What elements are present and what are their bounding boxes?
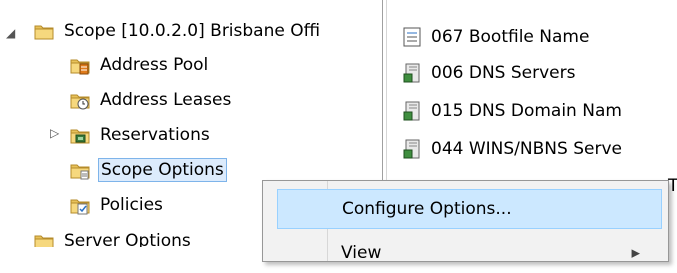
tree-item-scope-options[interactable]: Scope Options [70,157,227,183]
list-item-label: 015 DNS Domain Nam [431,101,622,121]
tree-item-label: Address Pool [100,55,209,75]
folder-icon [34,21,54,41]
option-server-icon [403,101,421,121]
tree-item-label: Policies [100,195,163,215]
address-pool-icon [70,55,90,75]
menu-item-label: Configure Options... [342,199,512,219]
list-item[interactable]: 067 Bootfile Name [403,24,589,50]
expander-expanded-icon[interactable]: ◢ [6,26,15,40]
tree-item-label: Reservations [100,125,210,145]
submenu-arrow-icon: ▸ [631,243,640,263]
tree-item-address-pool[interactable]: Address Pool [70,52,210,78]
tree-item-scope[interactable]: Scope [10.0.2.0] Brisbane Offi [34,18,322,44]
tree-item-reservations[interactable]: Reservations [70,122,212,148]
option-server-icon [403,139,421,159]
truncated-list-text: T [668,176,677,196]
address-leases-icon [70,90,90,110]
tree-item-address-leases[interactable]: Address Leases [70,87,233,113]
tree-item-label: Scope Options [98,158,227,182]
list-item-label: 067 Bootfile Name [431,27,590,47]
expander-collapsed-icon[interactable]: ▷ [50,126,59,140]
tree-item-policies[interactable]: Policies [70,192,165,218]
server-options-icon [34,231,54,247]
tree-item-server-options[interactable]: Server Options [34,228,193,247]
option-text-icon [403,27,421,47]
list-item[interactable]: 044 WINS/NBNS Serve [403,136,622,162]
policies-icon [70,195,90,215]
menu-item-view[interactable]: View ▸ [277,233,662,273]
list-item[interactable]: 015 DNS Domain Nam [403,98,622,124]
tree-item-label: Server Options [64,231,191,247]
list-item-label: 044 WINS/NBNS Serve [431,139,622,159]
tree-item-label: Scope [10.0.2.0] Brisbane Offi [64,21,321,41]
list-item[interactable]: 006 DNS Servers [403,60,575,86]
list-item-label: 006 DNS Servers [431,63,576,83]
tree-item-label: Address Leases [100,90,232,110]
reservations-icon [70,125,90,145]
scope-options-icon [70,160,90,180]
option-server-icon [403,63,421,83]
context-menu: Configure Options... View ▸ [262,180,669,263]
menu-item-label: View [341,243,382,263]
menu-item-configure-options[interactable]: Configure Options... [277,189,662,229]
